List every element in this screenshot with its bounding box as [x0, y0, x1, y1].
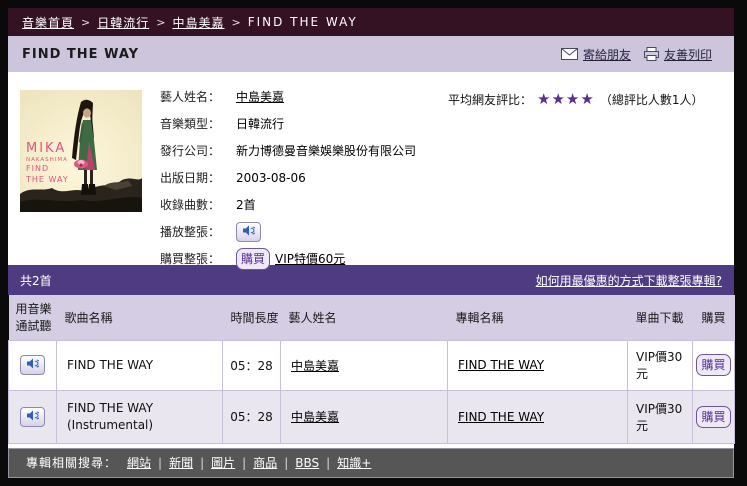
detail-row-publisher: 發行公司： 新力博德曼音樂娛樂股份有限公司 — [160, 137, 416, 164]
speaker-icon — [26, 357, 39, 373]
artist-label: 藝人姓名： — [160, 88, 232, 105]
header-preview: 用音樂通試聽 — [9, 295, 57, 340]
related-search-web-link[interactable]: 網站 — [127, 454, 151, 471]
rating-stars: ★★★★ — [537, 90, 595, 108]
cover-flower-logo — [74, 160, 88, 169]
printer-friendly-link[interactable]: 友善列印 — [664, 46, 712, 63]
page-title: FIND THE WAY — [22, 47, 139, 62]
publisher-value: 新力博德曼音樂娛樂股份有限公司 — [236, 142, 416, 159]
printer-icon — [644, 47, 659, 61]
footer-separator: | — [326, 456, 330, 470]
header-duration: 時間長度 — [223, 295, 281, 340]
song-title: FIND THE WAY — [57, 340, 223, 390]
buy-album-label: 購買整張： — [160, 250, 232, 267]
preview-play-button[interactable] — [20, 407, 45, 427]
rating-count: （總評比人數1人） — [600, 91, 704, 108]
play-album-label: 播放整張： — [160, 223, 232, 240]
track-table: 用音樂通試聽 歌曲名稱 時間長度 藝人姓名 專輯名稱 單曲下載 購買 — [8, 295, 735, 444]
detail-row-genre: 音樂類型： 日韓流行 — [160, 110, 416, 137]
album-details: 藝人姓名： 中島美嘉 音樂類型： 日韓流行 發行公司： 新力博德曼音樂娛樂股份有… — [160, 83, 416, 272]
envelope-icon — [561, 48, 578, 60]
download-help-link[interactable]: 如何用最優惠的方式下載整張專輯? — [536, 272, 722, 289]
svg-text:NAKASHIMA: NAKASHIMA — [26, 157, 68, 163]
release-date-value: 2003-08-06 — [236, 171, 306, 185]
song-price: VIP價30元 — [628, 340, 693, 390]
song-buy-button[interactable]: 購買 — [696, 354, 730, 376]
breadcrumb-separator: > — [81, 16, 90, 29]
song-duration: 05：28 — [223, 390, 281, 443]
publisher-label: 發行公司： — [160, 142, 232, 159]
detail-row-track-count: 收錄曲數： 2首 — [160, 191, 416, 218]
breadcrumb-current: FIND THE WAY — [248, 15, 358, 29]
related-search-bbs-link[interactable]: BBS — [295, 456, 319, 470]
track-count-value: 2首 — [236, 196, 256, 213]
title-actions: 寄給朋友 友善列印 — [561, 46, 720, 63]
music-album-page: 音樂首頁 > 日韓流行 > 中島美嘉 > FIND THE WAY FIND T… — [0, 0, 747, 486]
footer-separator: | — [242, 456, 246, 470]
title-bar: FIND THE WAY 寄給朋友 友善列印 — [8, 36, 734, 72]
svg-text:FIND: FIND — [26, 164, 49, 173]
song-title: FIND THE WAY — [67, 400, 222, 417]
table-row: FIND THE WAY (Instrumental) 05：28 中島美嘉 F… — [9, 390, 735, 443]
header-artist-name: 藝人姓名 — [281, 295, 448, 340]
breadcrumb-link-music-home[interactable]: 音樂首頁 — [22, 14, 74, 31]
buy-album-button[interactable]: 購買 — [236, 248, 270, 270]
song-album-link[interactable]: FIND THE WAY — [458, 358, 544, 372]
song-artist-link[interactable]: 中島美嘉 — [291, 410, 339, 424]
song-buy-button[interactable]: 購買 — [696, 406, 730, 428]
breadcrumb-link-artist[interactable]: 中島美嘉 — [172, 14, 224, 31]
artist-link[interactable]: 中島美嘉 — [236, 88, 284, 105]
album-cover-image: MIKA NAKASHIMA FIND THE WAY — [20, 90, 142, 212]
speaker-icon — [242, 224, 255, 240]
related-search-label: 專輯相關搜尋： — [26, 454, 117, 471]
song-title-line2: (Instrumental) — [67, 417, 222, 434]
header-buy: 購買 — [693, 295, 735, 340]
track-total-label: 共2首 — [20, 272, 52, 289]
play-album-button[interactable] — [236, 222, 261, 242]
svg-text:THE WAY: THE WAY — [25, 175, 69, 184]
buy-album-price-link[interactable]: VIP特價60元 — [275, 250, 345, 267]
genre-label: 音樂類型： — [160, 115, 232, 132]
speaker-icon — [26, 409, 39, 425]
album-info-section: MIKA NAKASHIMA FIND THE WAY 藝人姓名： — [8, 72, 734, 265]
table-header-row: 用音樂通試聽 歌曲名稱 時間長度 藝人姓名 專輯名稱 單曲下載 購買 — [9, 295, 735, 340]
header-album-name: 專輯名稱 — [448, 295, 628, 340]
related-search-products-link[interactable]: 商品 — [253, 454, 277, 471]
release-date-label: 出版日期： — [160, 169, 232, 186]
rating-block: 平均網友評比： ★★★★ （總評比人數1人） — [448, 90, 703, 108]
footer-separator: | — [284, 456, 288, 470]
related-search-images-link[interactable]: 圖片 — [211, 454, 235, 471]
svg-text:MIKA: MIKA — [26, 141, 66, 156]
song-album-link[interactable]: FIND THE WAY — [458, 410, 544, 424]
table-row: FIND THE WAY 05：28 中島美嘉 FIND THE WAY VIP… — [9, 340, 735, 390]
rating-label: 平均網友評比： — [448, 91, 532, 108]
preview-play-button[interactable] — [20, 355, 45, 375]
detail-row-buy-album: 購買整張： 購買 VIP特價60元 — [160, 245, 416, 272]
footer-separator: | — [200, 456, 204, 470]
song-duration: 05：28 — [223, 340, 281, 390]
header-song-name: 歌曲名稱 — [57, 295, 223, 340]
breadcrumb-link-jk-pop[interactable]: 日韓流行 — [97, 14, 149, 31]
song-artist-link[interactable]: 中島美嘉 — [291, 359, 339, 373]
breadcrumb: 音樂首頁 > 日韓流行 > 中島美嘉 > FIND THE WAY — [8, 8, 734, 36]
send-to-friend-link[interactable]: 寄給朋友 — [583, 46, 631, 63]
song-price: VIP價30元 — [628, 390, 693, 443]
related-search-news-link[interactable]: 新聞 — [169, 454, 193, 471]
track-count-label: 收錄曲數： — [160, 196, 232, 213]
page-content: 音樂首頁 > 日韓流行 > 中島美嘉 > FIND THE WAY FIND T… — [8, 8, 734, 478]
related-search-knowledge-link[interactable]: 知識+ — [337, 454, 371, 471]
genre-value: 日韓流行 — [236, 115, 284, 132]
detail-row-release-date: 出版日期： 2003-08-06 — [160, 164, 416, 191]
breadcrumb-separator: > — [231, 16, 240, 29]
detail-row-play-album: 播放整張： — [160, 218, 416, 245]
header-single-download: 單曲下載 — [628, 295, 693, 340]
detail-row-artist: 藝人姓名： 中島美嘉 — [160, 83, 416, 110]
breadcrumb-separator: > — [156, 16, 165, 29]
related-search-bar: 專輯相關搜尋： 網站 | 新聞 | 圖片 | 商品 | BBS | 知識+ — [8, 448, 734, 478]
cover-text: MIKA NAKASHIMA FIND THE WAY — [25, 141, 69, 184]
footer-separator: | — [158, 456, 162, 470]
